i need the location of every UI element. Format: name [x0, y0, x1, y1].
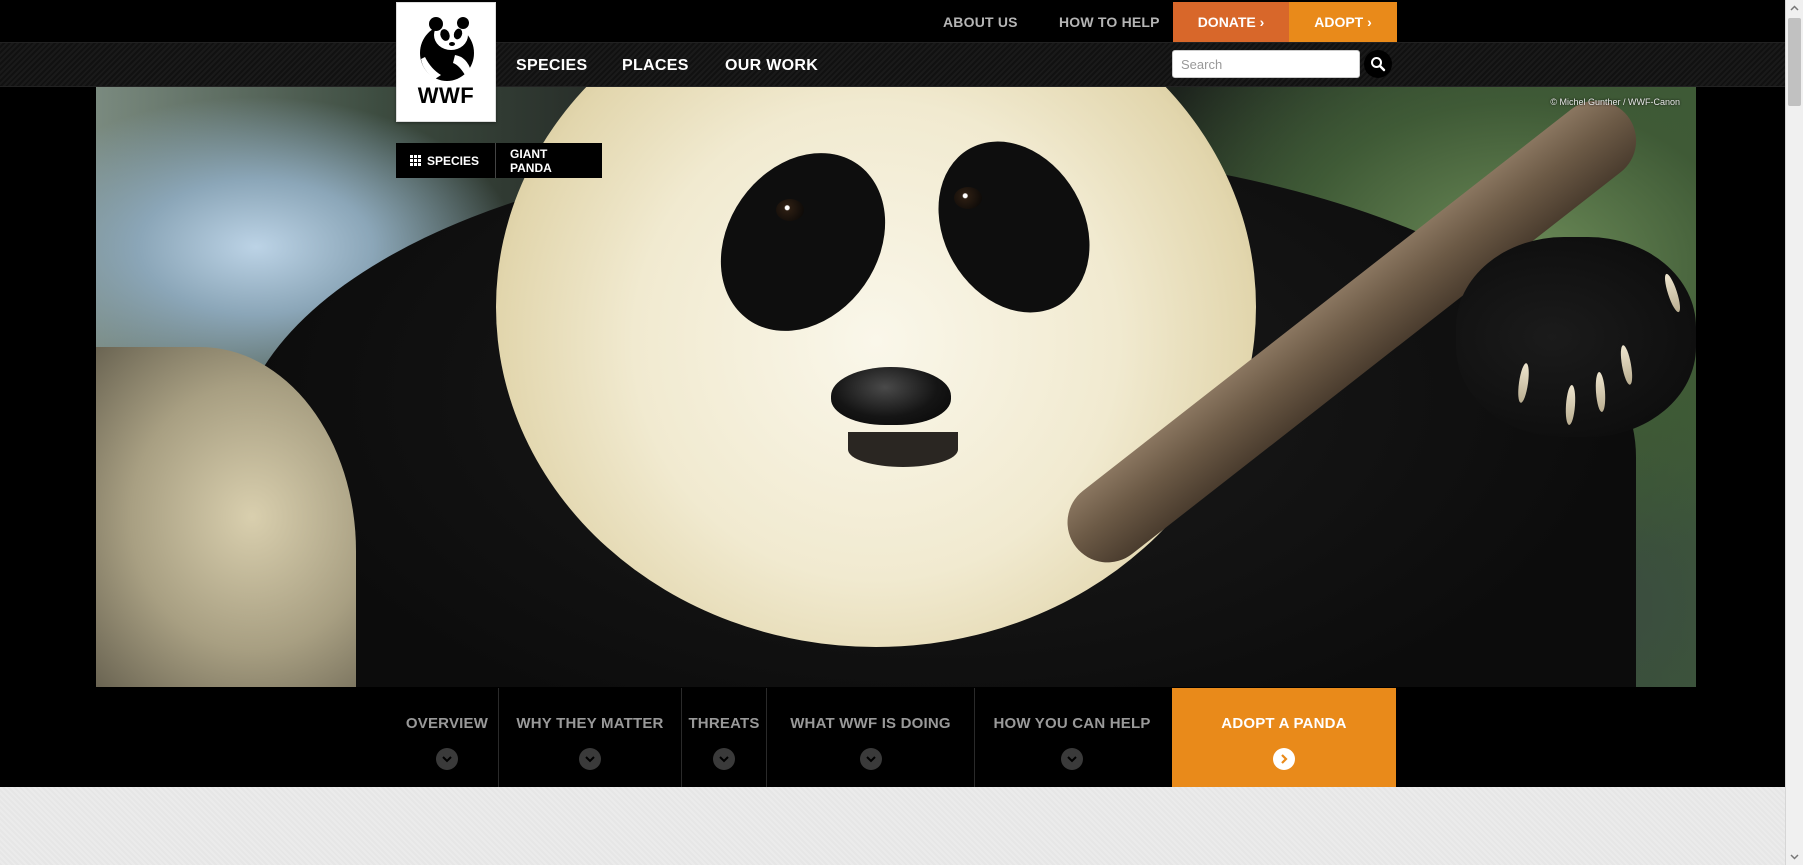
- search-icon: [1371, 57, 1386, 72]
- chevron-right-icon: [1273, 748, 1295, 770]
- nav-places[interactable]: PLACES: [622, 43, 689, 88]
- panda-eye-right: [954, 187, 982, 209]
- browser-viewport: ABOUT US HOW TO HELP DONATE › ADOPT › SP…: [0, 0, 1803, 865]
- breadcrumb-current: GIANT PANDA: [510, 146, 552, 175]
- vertical-scrollbar[interactable]: [1785, 0, 1803, 865]
- tab-label: OVERVIEW: [405, 715, 489, 732]
- search-input[interactable]: [1172, 50, 1360, 78]
- breadcrumb-species[interactable]: SPECIES: [396, 143, 497, 178]
- tab-threats[interactable]: THREATS: [682, 688, 767, 787]
- breadcrumb-species-label: SPECIES: [427, 153, 480, 168]
- nav-species[interactable]: SPECIES: [516, 43, 587, 88]
- scroll-thumb[interactable]: [1788, 18, 1801, 106]
- tab-label: ADOPT A PANDA: [1221, 715, 1347, 732]
- tab-overview[interactable]: OVERVIEW: [396, 688, 499, 787]
- donate-button[interactable]: DONATE ›: [1173, 2, 1289, 42]
- chevron-down-icon: [579, 748, 601, 770]
- hero-image: © Michel Gunther / WWF-Canon: [96, 87, 1696, 687]
- scroll-up-button[interactable]: [1786, 0, 1803, 17]
- grid-icon: [410, 155, 421, 166]
- panda-paw: [1456, 237, 1696, 437]
- chevron-down-icon: [1061, 748, 1083, 770]
- tab-how-you-can-help[interactable]: HOW YOU CAN HELP: [975, 688, 1169, 787]
- wwf-logo[interactable]: WWF: [396, 2, 496, 122]
- tab-why-they-matter[interactable]: WHY THEY MATTER: [499, 688, 682, 787]
- tab-label: HOW YOU CAN HELP: [993, 715, 1151, 732]
- scroll-down-button[interactable]: [1786, 848, 1803, 865]
- main-nav: SPECIES PLACES OUR WORK: [0, 42, 1785, 87]
- chevron-down-icon: [436, 748, 458, 770]
- page: ABOUT US HOW TO HELP DONATE › ADOPT › SP…: [0, 0, 1785, 865]
- how-to-help-link[interactable]: HOW TO HELP: [1059, 0, 1160, 42]
- tab-label: WHAT WWF IS DOING: [790, 715, 951, 732]
- chevron-down-icon: [713, 748, 735, 770]
- photo-credit: © Michel Gunther / WWF-Canon: [1550, 97, 1680, 107]
- chevron-up-icon: [1790, 5, 1799, 11]
- tab-label: WHY THEY MATTER: [516, 715, 664, 732]
- tab-label: THREATS: [688, 715, 760, 732]
- breadcrumb: SPECIES GIANT PANDA: [396, 143, 602, 178]
- chevron-down-icon: [1790, 854, 1799, 860]
- nav-our-work[interactable]: OUR WORK: [725, 43, 818, 88]
- content-area: [0, 787, 1785, 865]
- utility-bar: ABOUT US HOW TO HELP DONATE › ADOPT ›: [0, 0, 1785, 42]
- logo-text: WWF: [417, 83, 475, 108]
- panda-eye-left: [776, 199, 804, 221]
- panda-nose: [831, 367, 951, 425]
- search-button[interactable]: [1364, 50, 1392, 78]
- chevron-down-icon: [859, 748, 882, 770]
- tab-adopt-a-panda[interactable]: ADOPT A PANDA: [1172, 688, 1396, 787]
- adopt-button[interactable]: ADOPT ›: [1289, 2, 1397, 42]
- tab-what-wwf-is-doing[interactable]: WHAT WWF IS DOING: [767, 688, 975, 787]
- about-us-link[interactable]: ABOUT US: [943, 0, 1018, 42]
- panda-mouth: [848, 432, 958, 467]
- panda-logo-icon: [420, 17, 474, 81]
- section-tabs: OVERVIEW WHY THEY MATTER THREATS WHAT WW…: [396, 688, 1396, 787]
